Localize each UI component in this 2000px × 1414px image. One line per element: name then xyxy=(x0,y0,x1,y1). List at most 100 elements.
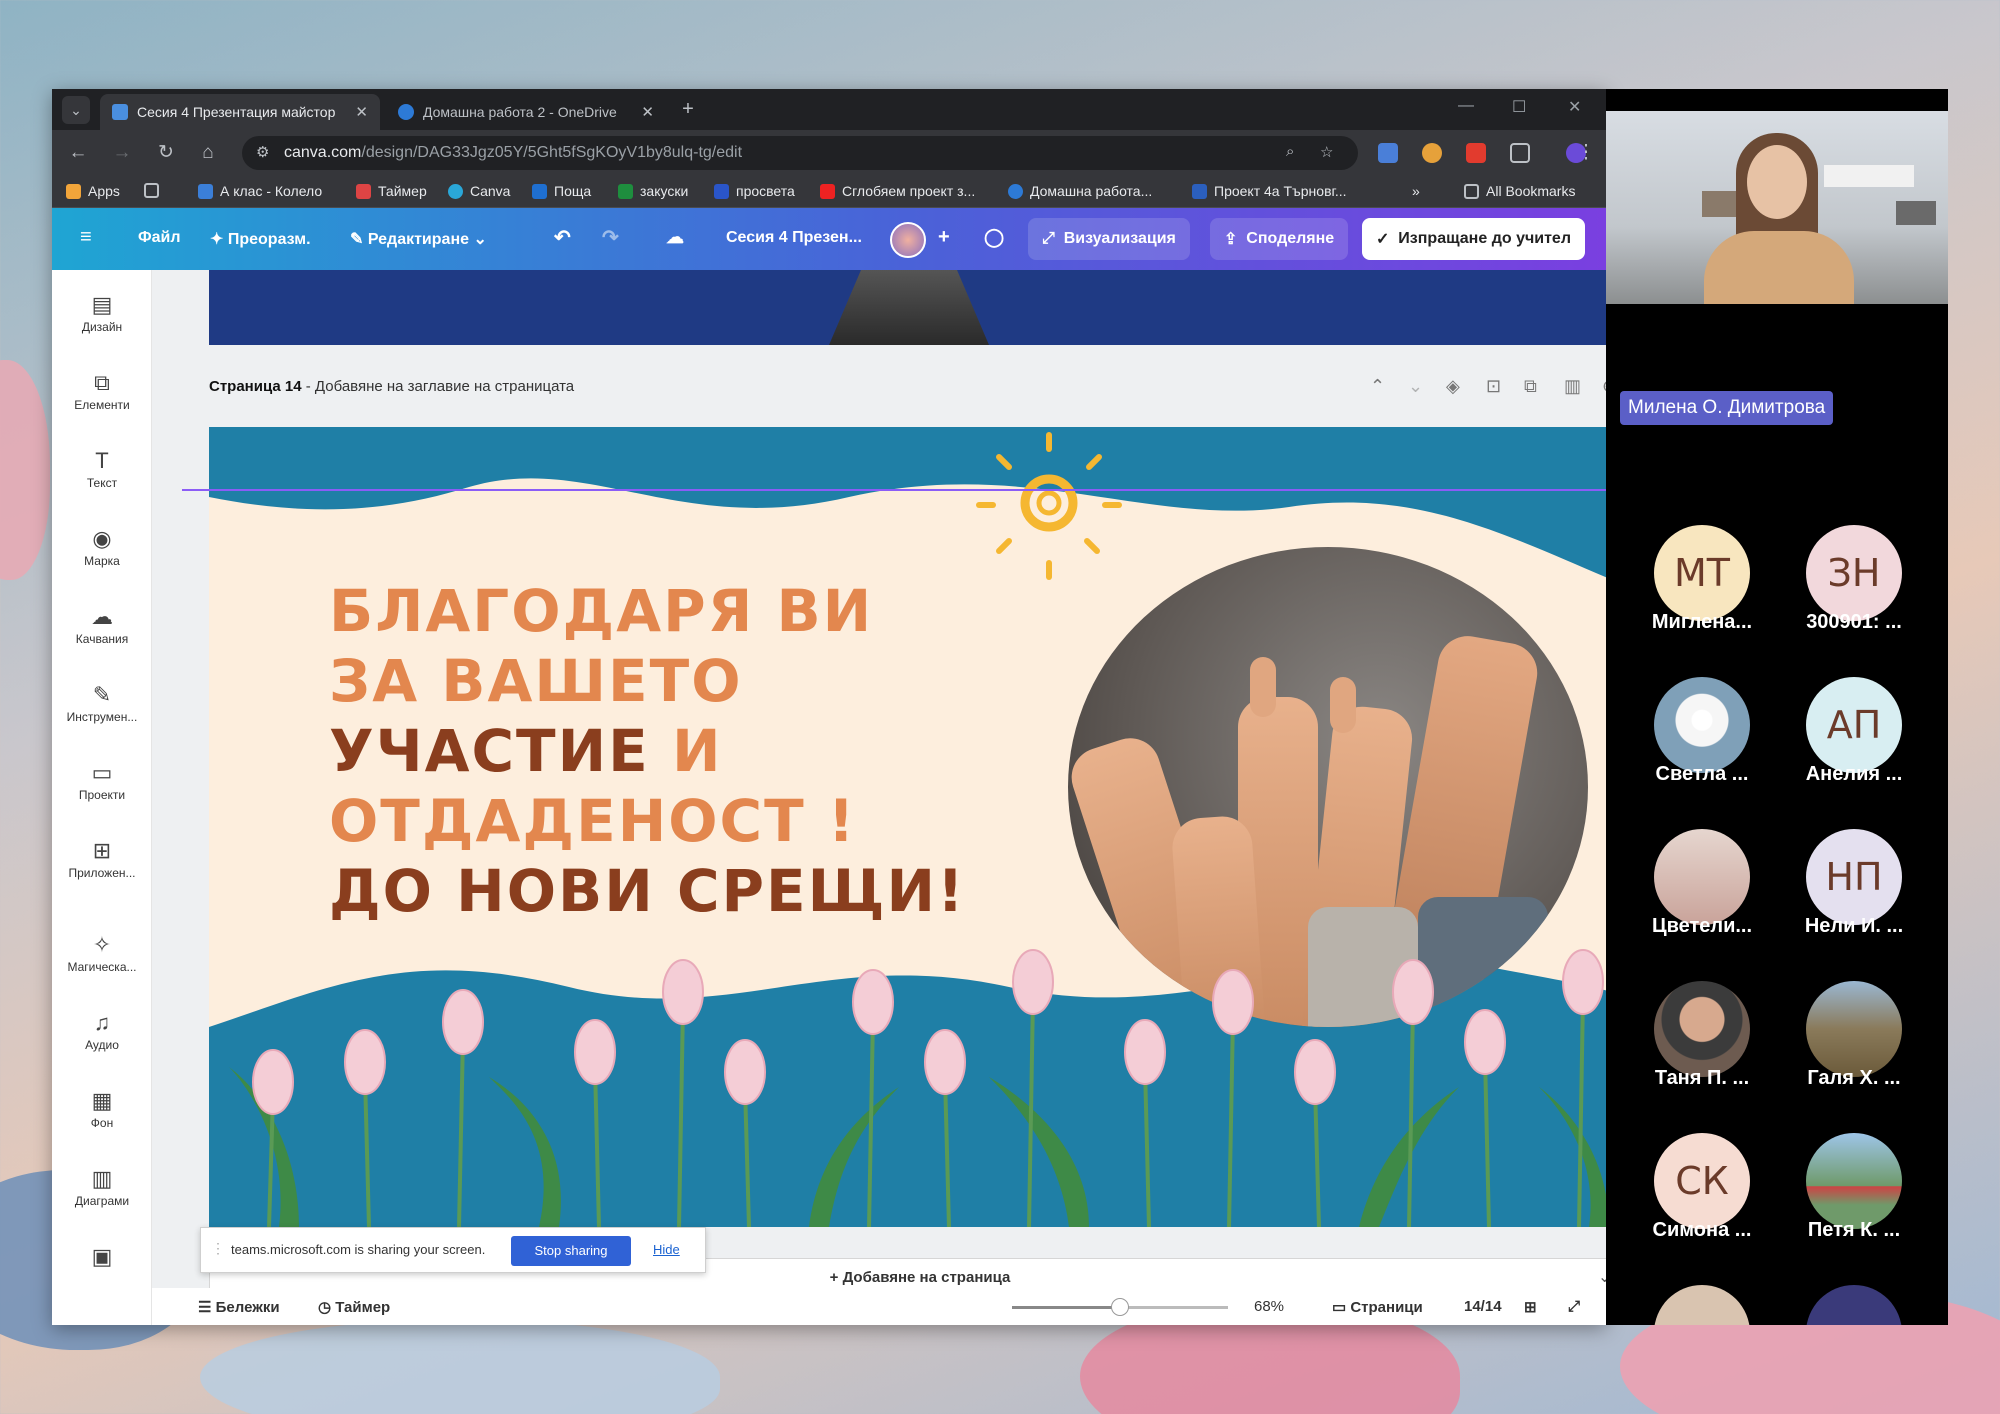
bookmark-grid[interactable] xyxy=(144,183,166,198)
comment-icon[interactable]: ◯ xyxy=(984,227,1004,248)
send-to-teacher-button[interactable]: ✓ Изпращане до учител xyxy=(1362,218,1585,260)
participant-avatar[interactable] xyxy=(1806,1133,1902,1229)
move-down-icon[interactable]: ⌄ xyxy=(1408,376,1423,397)
maximize-icon[interactable]: ☐ xyxy=(1512,97,1526,117)
hide-page-icon[interactable]: ◈ xyxy=(1446,376,1460,397)
rail-background[interactable]: ▦ Фон xyxy=(52,1088,152,1130)
menu-icon[interactable]: ≡ xyxy=(80,226,92,249)
editing-dropdown[interactable]: ✎ Редактиране ⌄ xyxy=(350,229,487,249)
resize-button[interactable]: ✦ Преоразм. xyxy=(210,229,311,249)
rail-tools[interactable]: ✎ Инструмен... xyxy=(52,682,152,724)
hide-link[interactable]: Hide xyxy=(653,1242,680,1257)
more-icon: ▣ xyxy=(91,1244,113,1269)
all-bookmarks[interactable]: All Bookmarks xyxy=(1464,183,1575,199)
rail-apps[interactable]: ⊞ Приложен... xyxy=(52,838,152,880)
slide-canvas[interactable]: БЛАГОДАРЯ ВИ ЗА ВАШЕТО УЧАСТИЕ И ОТДАДЕН… xyxy=(209,427,1606,1227)
zoom-level[interactable]: 68% xyxy=(1254,1298,1284,1315)
rail-more[interactable]: ▣ xyxy=(52,1244,152,1272)
present-button[interactable]: ⤢ Визуализация xyxy=(1028,218,1190,260)
rail-magic[interactable]: ✧ Магическа... xyxy=(52,932,152,974)
rail-charts[interactable]: ▥ Диаграми xyxy=(52,1166,152,1208)
pages-button[interactable]: ▭ Страници xyxy=(1332,1298,1423,1316)
participant-avatar[interactable]: НП xyxy=(1806,829,1902,925)
participant-avatar[interactable]: ЗН xyxy=(1806,525,1902,621)
tab-search-button[interactable]: ⌄ xyxy=(62,96,90,124)
duplicate-icon[interactable]: ⧉ xyxy=(1524,376,1537,397)
participant-avatar[interactable] xyxy=(1806,981,1902,1077)
home-icon[interactable]: ⌂ xyxy=(194,139,222,167)
bookmark-item[interactable]: А клас - Колело xyxy=(198,183,322,199)
bookmark-item[interactable]: Проект 4а Търновг... xyxy=(1192,183,1347,199)
extension-icon[interactable] xyxy=(1422,143,1442,163)
rail-design[interactable]: ▤ Дизайн xyxy=(52,292,152,334)
bookmark-item[interactable]: Сглобяем проект з... xyxy=(820,183,975,199)
back-icon[interactable]: ← xyxy=(64,139,92,167)
fullscreen-icon[interactable]: ⤢ xyxy=(1568,1298,1580,1315)
participant-avatar[interactable] xyxy=(1654,1285,1750,1325)
grid-view-icon[interactable]: ⊞ xyxy=(1524,1298,1537,1316)
bookmark-item[interactable]: Таймер xyxy=(356,183,427,199)
new-tab-button[interactable]: + xyxy=(674,95,702,123)
bookmark-item[interactable]: закуски xyxy=(618,183,688,199)
collaborator-avatar[interactable] xyxy=(890,222,926,258)
participant-avatar[interactable]: СК xyxy=(1654,1133,1750,1229)
bookmark-item[interactable]: Домашна работа... xyxy=(1008,183,1152,199)
lock-icon[interactable]: ⊡ xyxy=(1486,376,1501,397)
participant-avatar[interactable] xyxy=(1806,1285,1902,1325)
kebab-menu-icon[interactable]: ⋮ xyxy=(1572,139,1600,167)
participant-avatar[interactable] xyxy=(1654,677,1750,773)
bookmark-item[interactable]: Поща xyxy=(532,183,591,199)
chevron-down-icon[interactable]: ⌄ xyxy=(1598,1267,1606,1287)
background-flower xyxy=(200,1320,720,1414)
close-icon[interactable]: ✕ xyxy=(641,103,654,121)
bookmark-star-icon[interactable]: ☆ xyxy=(1320,143,1333,161)
rail-text[interactable]: T Текст xyxy=(52,448,152,490)
translate-extension-icon[interactable] xyxy=(1378,143,1398,163)
rail-brand[interactable]: ◉ Марка xyxy=(52,526,152,568)
participant-avatar[interactable]: МТ xyxy=(1654,525,1750,621)
design-title[interactable]: Сесия 4 Презен... xyxy=(726,229,862,247)
rail-projects[interactable]: ▭ Проекти xyxy=(52,760,152,802)
presenter-video[interactable] xyxy=(1606,111,1948,304)
forward-icon[interactable]: → xyxy=(108,139,136,167)
move-up-icon[interactable]: ⌃ xyxy=(1370,376,1385,397)
add-collaborator-icon[interactable]: + xyxy=(938,226,950,249)
rail-uploads[interactable]: ☁ Качвания xyxy=(52,604,152,646)
url-field[interactable]: ⚙ canva.com/design/DAG33Jgz05Y/5Ght5fSgK… xyxy=(242,136,1358,170)
background-icon: ▦ xyxy=(91,1088,113,1113)
trash-icon[interactable]: ▥ xyxy=(1564,376,1581,397)
minimize-icon[interactable]: — xyxy=(1458,97,1474,115)
youtube-extension-icon[interactable] xyxy=(1466,143,1486,163)
share-button[interactable]: ⇪ Споделяне xyxy=(1210,218,1349,260)
zoom-slider-handle[interactable] xyxy=(1111,1298,1129,1316)
participant-avatar[interactable] xyxy=(1654,981,1750,1077)
stop-sharing-button[interactable]: Stop sharing xyxy=(511,1236,631,1266)
rail-elements[interactable]: ⧉ Елементи xyxy=(52,370,152,412)
cloud-save-icon[interactable]: ☁ xyxy=(666,227,684,248)
bookmark-apps[interactable]: Apps xyxy=(66,183,120,199)
rail-audio[interactable]: ♫ Аудио xyxy=(52,1010,152,1052)
tab-canva[interactable]: Сесия 4 Презентация майстор ✕ xyxy=(100,94,380,130)
file-menu[interactable]: Файл xyxy=(138,229,181,247)
tab-label: Сесия 4 Презентация майстор xyxy=(137,104,336,120)
more-bookmarks-icon[interactable]: » xyxy=(1412,183,1420,199)
close-window-icon[interactable]: ✕ xyxy=(1568,97,1581,117)
timer-button[interactable]: ◷ Таймер xyxy=(318,1298,390,1316)
participant-avatar[interactable] xyxy=(1654,829,1750,925)
site-settings-icon[interactable]: ⚙ xyxy=(256,143,269,161)
drag-handle-icon[interactable]: ⋮ xyxy=(211,1240,225,1257)
close-icon[interactable]: ✕ xyxy=(355,103,368,121)
presenter-name-tag: Милена О. Димитрова xyxy=(1620,391,1834,425)
tab-onedrive[interactable]: Домашна работа 2 - OneDrive ✕ xyxy=(386,94,666,130)
undo-icon[interactable]: ↶ xyxy=(554,225,571,250)
bookmark-item[interactable]: просвета xyxy=(714,183,795,199)
notes-button[interactable]: ☰ Бележки xyxy=(198,1298,280,1316)
previous-page-preview[interactable] xyxy=(209,270,1606,345)
zoom-icon[interactable]: ⌕ xyxy=(1286,143,1294,160)
page-title-label[interactable]: Страница 14 - Добавяне на заглавие на ст… xyxy=(209,378,574,395)
redo-icon[interactable]: ↷ xyxy=(602,225,619,250)
extensions-puzzle-icon[interactable] xyxy=(1510,143,1530,163)
bookmark-item[interactable]: Canva xyxy=(448,183,510,199)
participant-avatar[interactable]: АП xyxy=(1806,677,1902,773)
reload-icon[interactable]: ↻ xyxy=(152,139,180,167)
